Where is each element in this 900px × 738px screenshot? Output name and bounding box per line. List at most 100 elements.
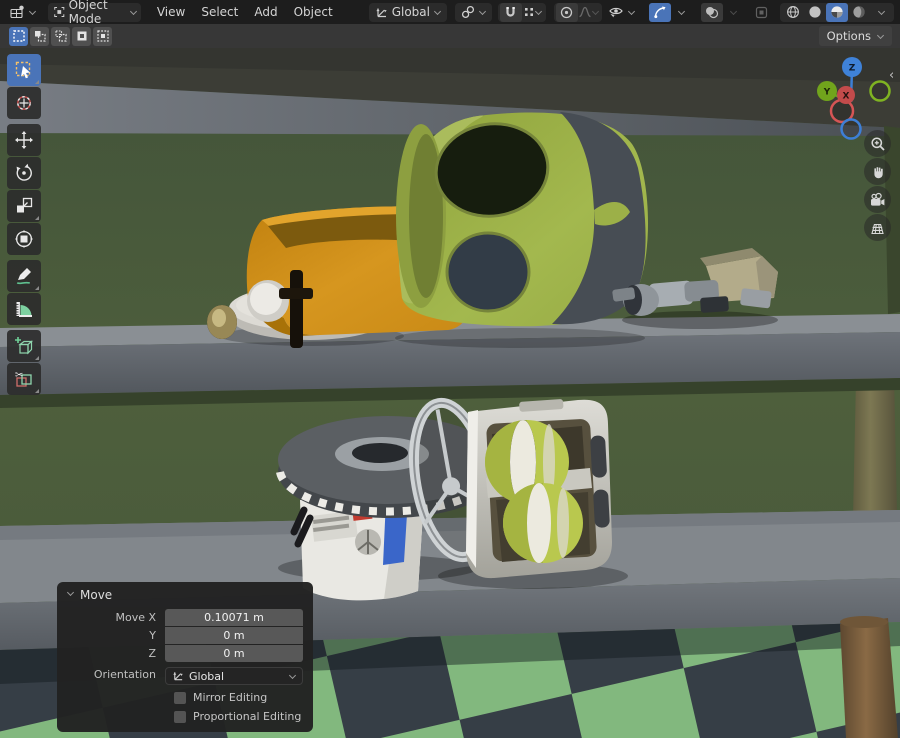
falloff-dropdown[interactable] — [578, 3, 600, 22]
select-extend-icon — [34, 31, 46, 42]
gizmos-toggle[interactable] — [648, 2, 671, 22]
overlays-dropdown[interactable] — [723, 3, 745, 22]
object-visibility-dropdown[interactable] — [602, 3, 641, 22]
magnifier-zoom-icon — [870, 136, 885, 151]
wood-pole-bottom[interactable] — [840, 616, 898, 738]
sidebar-toggle-arrow[interactable]: ‹ — [889, 68, 894, 83]
shading-dropdown[interactable] — [870, 3, 892, 22]
snap-dropdown[interactable] — [454, 2, 492, 22]
select-invert-icon — [77, 31, 86, 41]
move-panel-header[interactable]: Move — [67, 588, 303, 602]
chevron-down-icon — [678, 9, 685, 16]
shading-solid-icon — [809, 6, 821, 18]
ortho-toggle-button[interactable] — [864, 214, 891, 241]
tool-transform[interactable] — [7, 223, 41, 255]
cursor-3d-icon — [17, 96, 31, 110]
select-mode-set-button[interactable] — [9, 26, 28, 46]
shading-solid-button[interactable] — [804, 3, 826, 22]
proportional-editing-icon — [561, 6, 573, 18]
mode-label: Object Mode — [68, 0, 108, 26]
3d-viewport-editor-icon — [10, 5, 24, 19]
tool-move[interactable] — [7, 124, 41, 156]
gizmo-axis-y-neg[interactable] — [869, 80, 891, 102]
tool-annotate[interactable] — [7, 260, 41, 292]
shading-material-button[interactable] — [826, 2, 848, 22]
pan-view-button[interactable] — [864, 158, 891, 185]
transform-icon — [15, 230, 33, 248]
shading-rendered-icon — [853, 6, 865, 18]
proportional-editing-toggle[interactable] — [555, 2, 578, 22]
chevron-down-icon — [479, 9, 486, 16]
mode-dropdown[interactable]: Object Mode — [48, 0, 141, 26]
menu-select[interactable]: Select — [193, 0, 246, 24]
orientation-dropdown[interactable]: Global — [368, 2, 447, 22]
proportional-editing-checkbox[interactable]: Proportional Editing — [174, 710, 303, 723]
mirror-editing-label: Mirror Editing — [193, 691, 268, 704]
scale-icon — [17, 197, 33, 213]
viewport-3d[interactable]: ✂ X Y Z ‹ Move Move X 0.10071 m Y 0 m Z … — [0, 48, 900, 738]
tool-cut[interactable]: ✂ — [7, 363, 41, 395]
chevron-down-icon — [730, 9, 737, 16]
shading-wireframe-button[interactable] — [782, 3, 804, 22]
tool-cursor[interactable] — [7, 87, 41, 119]
viewport-header: Object Mode View Select Add Object Globa… — [0, 0, 900, 26]
annotate-pencil-icon — [16, 268, 31, 285]
tool-select-box[interactable] — [7, 54, 41, 86]
overlays-toggle[interactable] — [700, 2, 723, 22]
tool-add-cube[interactable] — [7, 330, 41, 362]
editor-type-button[interactable] — [4, 3, 42, 22]
measure-icon — [16, 302, 32, 317]
select-mode-subtract-button[interactable] — [51, 26, 70, 46]
chevron-down-icon — [877, 33, 884, 40]
gizmo-z-label: Z — [849, 64, 856, 74]
move-panel-title: Move — [80, 588, 113, 602]
mirror-editing-checkbox[interactable]: Mirror Editing — [174, 691, 303, 704]
tool-settings-bar: Options — [0, 24, 900, 48]
options-button[interactable]: Options — [818, 26, 892, 46]
object-mode-icon — [54, 6, 65, 18]
svg-text:✂: ✂ — [15, 370, 23, 381]
tool-measure[interactable] — [7, 293, 41, 325]
snap-with-dropdown[interactable] — [522, 3, 544, 22]
tool-scale[interactable] — [7, 190, 41, 222]
chevron-down-icon — [289, 673, 296, 680]
orientation-row-label: Orientation — [93, 667, 156, 681]
orientation-select[interactable]: Global — [165, 667, 303, 685]
chevron-down-icon — [535, 9, 542, 16]
green-helmet-object[interactable] — [396, 112, 649, 327]
menu-view[interactable]: View — [149, 0, 193, 24]
select-mode-extend-button[interactable] — [30, 26, 49, 46]
move-y-field[interactable]: 0 m — [165, 627, 303, 644]
snap-individual-icon — [525, 8, 534, 16]
select-set-icon — [12, 30, 25, 42]
shading-rendered-button[interactable] — [848, 3, 870, 22]
proportional-editing-label: Proportional Editing — [193, 710, 302, 723]
move-y-label: Y — [149, 629, 156, 642]
zoom-button[interactable] — [864, 130, 891, 157]
gizmo-axis-z-neg[interactable] — [840, 118, 862, 140]
rotate-icon — [16, 163, 32, 181]
xray-toggle[interactable] — [753, 3, 770, 22]
move-operator-panel: Move Move X 0.10071 m Y 0 m Z 0 m Orient… — [57, 582, 313, 732]
camera-icon — [871, 192, 885, 206]
tool-rotate[interactable] — [7, 157, 41, 189]
chevron-down-icon — [67, 590, 74, 597]
move-z-field[interactable]: 0 m — [165, 645, 303, 662]
menu-object[interactable]: Object — [286, 0, 341, 24]
camera-view-button[interactable] — [864, 186, 891, 213]
select-mode-intersect-button[interactable] — [93, 26, 112, 46]
chevron-down-icon — [628, 9, 635, 16]
options-label: Options — [826, 29, 871, 43]
select-intersect-icon — [96, 30, 109, 42]
magnet-snap-toggle[interactable] — [499, 2, 522, 22]
gizmos-dropdown[interactable] — [671, 3, 693, 22]
hand-pan-icon — [873, 166, 883, 178]
move-x-field[interactable]: 0.10071 m — [165, 609, 303, 626]
falloff-curve-icon — [579, 6, 592, 18]
menu-add[interactable]: Add — [246, 0, 285, 24]
blender-window: Object Mode View Select Add Object Globa… — [0, 0, 900, 738]
orientation-value: Global — [189, 669, 225, 683]
chevron-down-icon — [130, 9, 135, 16]
select-mode-invert-button[interactable] — [72, 26, 91, 46]
transform-orientation-icon — [376, 8, 387, 17]
